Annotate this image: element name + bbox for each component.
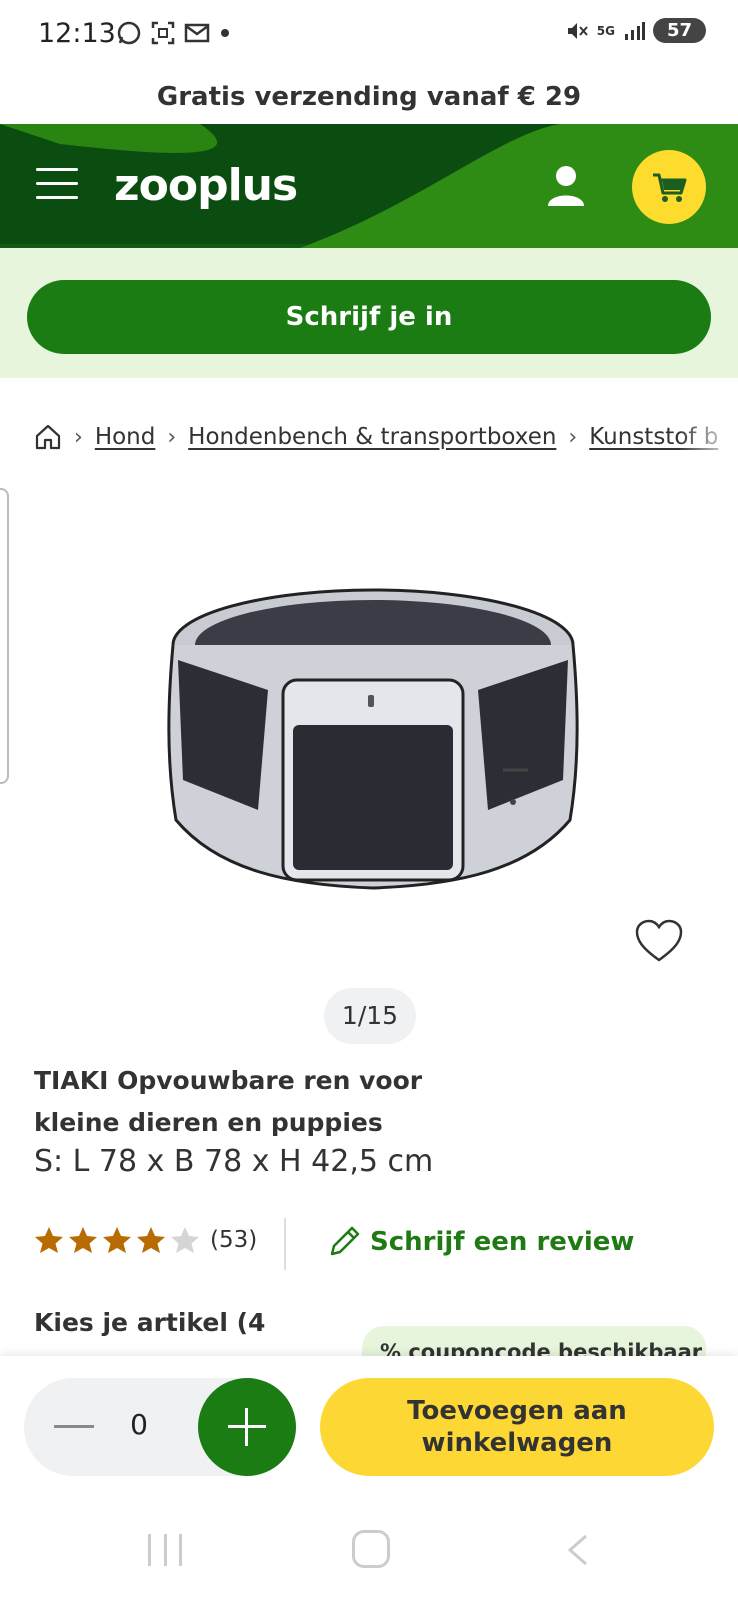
review-count: (53) — [210, 1227, 258, 1253]
site-header: zooplus — [0, 124, 738, 248]
star-filled-icon — [69, 1227, 97, 1253]
shipping-promo: Gratis verzending vanaf € 29 — [156, 82, 582, 112]
image-counter: 1/15 — [324, 988, 416, 1044]
rating-divider — [284, 1218, 286, 1270]
network-label: 5G — [596, 23, 615, 38]
product-variant: S: L 78 x B 78 x H 42,5 cm — [34, 1144, 434, 1179]
star-filled-icon — [35, 1227, 63, 1253]
whatsapp-icon — [117, 21, 141, 45]
signal-icon — [624, 21, 645, 40]
chevron-right-icon: › — [568, 424, 578, 450]
home-icon[interactable] — [34, 423, 62, 451]
account-icon[interactable] — [546, 164, 586, 208]
add-to-cart-bar: 0 Toevoegen aan winkelwagen — [0, 1356, 738, 1496]
rating-stars — [34, 1226, 200, 1254]
write-review-label: Schrijf een review — [370, 1227, 635, 1257]
status-time: 12:13 — [38, 18, 116, 49]
choose-article-heading: Kies je artikel (4 — [34, 1308, 266, 1337]
add-to-cart-button[interactable]: Toevoegen aan winkelwagen — [320, 1378, 714, 1476]
product-rating[interactable]: (53) — [34, 1226, 257, 1254]
edge-panel-handle[interactable] — [0, 488, 9, 784]
breadcrumb-hond[interactable]: Hond — [95, 424, 156, 450]
menu-icon[interactable] — [36, 168, 78, 202]
write-review-link[interactable]: Schrijf een review — [324, 1222, 634, 1262]
back-icon[interactable] — [562, 1532, 596, 1568]
dot-icon — [221, 29, 229, 37]
notification-icons — [116, 20, 232, 46]
screenshot-icon — [151, 21, 175, 45]
mute-icon — [567, 22, 588, 39]
battery-indicator: 57 — [652, 18, 706, 43]
favorite-heart-icon[interactable] — [634, 918, 684, 964]
breadcrumb-hondenbench[interactable]: Hondenbench & transportboxen — [188, 424, 556, 450]
star-empty-icon — [171, 1227, 199, 1253]
chevron-right-icon: › — [74, 424, 83, 450]
system-nav-bar — [0, 1496, 738, 1600]
quantity-stepper: 0 — [24, 1378, 296, 1476]
signup-button[interactable]: Schrijf je in — [27, 280, 711, 354]
system-icons: 5G 57 — [565, 18, 706, 43]
quantity-increase-button[interactable] — [198, 1378, 296, 1476]
star-filled-icon — [103, 1227, 131, 1253]
star-filled-icon — [137, 1227, 165, 1253]
header-background — [0, 124, 738, 248]
product-image[interactable] — [158, 580, 588, 920]
breadcrumb: › Hond › Hondenbench & transportboxen › … — [34, 412, 738, 462]
product-title: TIAKI Opvouwbare ren voor kleine dieren … — [34, 1066, 423, 1137]
status-bar: 12:13 5G 57 — [0, 0, 738, 70]
cart-icon — [653, 173, 687, 202]
breadcrumb-fade — [678, 412, 738, 462]
cart-button[interactable] — [632, 150, 706, 224]
mail-icon — [184, 23, 210, 43]
site-logo[interactable]: zooplus — [114, 160, 298, 211]
pencil-icon — [330, 1226, 360, 1256]
chevron-right-icon: › — [167, 424, 177, 450]
recent-apps-icon[interactable] — [148, 1534, 182, 1566]
signup-banner: Schrijf je in — [0, 248, 738, 378]
home-nav-icon[interactable] — [352, 1530, 390, 1568]
